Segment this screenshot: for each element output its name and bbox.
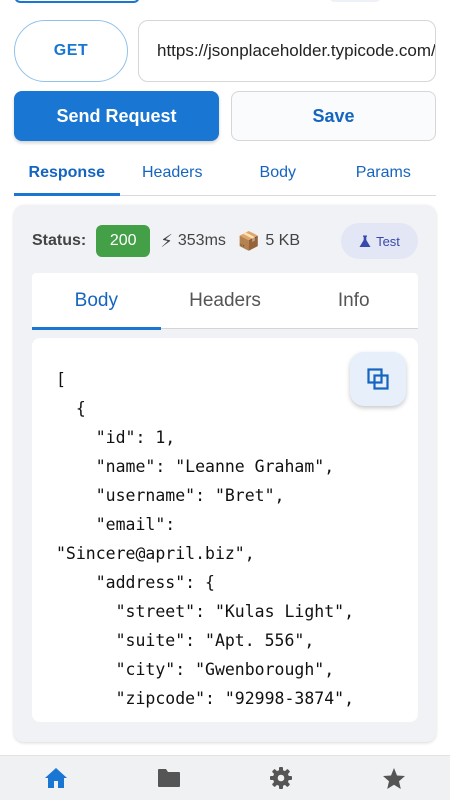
tab-label: Params [355,163,411,181]
send-request-button[interactable]: Send Request [14,91,219,141]
tab-body[interactable]: Body [225,150,331,195]
subtab-label: Body [74,289,118,311]
response-time-value: 353ms [177,232,226,249]
main-tab-bar: Response Headers Body Params [14,150,436,196]
package-icon: 📦 [237,230,261,251]
previous-button-edge [14,0,140,3]
lightning-icon: ⚡ [160,230,173,251]
status-row: Status: 200 ⚡ 353ms 📦 5 KB Test [32,223,418,259]
status-badge: 200 [96,225,151,257]
subtab-label: Headers [189,289,261,311]
send-request-label: Send Request [56,105,177,126]
status-label: Status: [32,232,87,249]
test-label: Test [376,233,400,249]
tab-response[interactable]: Response [14,150,120,196]
bottom-nav [0,755,450,800]
response-card: Status: 200 ⚡ 353ms 📦 5 KB Test Body Hea… [14,205,436,742]
tab-params[interactable]: Params [331,150,437,195]
response-sub-tab-bar: Body Headers Info [32,273,418,330]
response-size: 📦 5 KB [238,231,300,252]
response-time: ⚡ 353ms [160,231,226,252]
nav-settings[interactable] [225,756,338,800]
subtab-info[interactable]: Info [289,273,418,328]
home-icon [45,768,68,788]
flask-icon [359,235,371,247]
star-icon [382,767,405,789]
folder-icon [157,769,180,787]
tab-label: Response [28,163,105,181]
nav-home[interactable] [0,756,113,800]
nav-favorites[interactable] [338,756,450,800]
copy-icon [367,368,389,390]
url-input[interactable] [138,20,436,82]
method-select-button[interactable]: GET [14,20,128,82]
save-label: Save [312,105,355,126]
tab-label: Body [259,163,296,181]
response-size-value: 5 KB [265,232,301,249]
subtab-headers[interactable]: Headers [161,273,290,328]
subtab-body[interactable]: Body [32,273,161,330]
tab-label: Headers [142,163,203,181]
subtab-label: Info [337,289,370,311]
previous-pill-edge [330,0,380,2]
gear-icon [270,767,293,789]
test-button[interactable]: Test [341,223,418,259]
nav-collections[interactable] [113,756,226,800]
response-body-viewer[interactable]: [ { "id": 1, "name": "Leanne Graham", "u… [32,338,418,722]
method-label: GET [53,42,89,59]
copy-button[interactable] [350,352,406,406]
save-button[interactable]: Save [231,91,436,141]
tab-headers[interactable]: Headers [120,150,226,195]
response-body-text: [ { "id": 1, "name": "Leanne Graham", "u… [56,370,355,708]
